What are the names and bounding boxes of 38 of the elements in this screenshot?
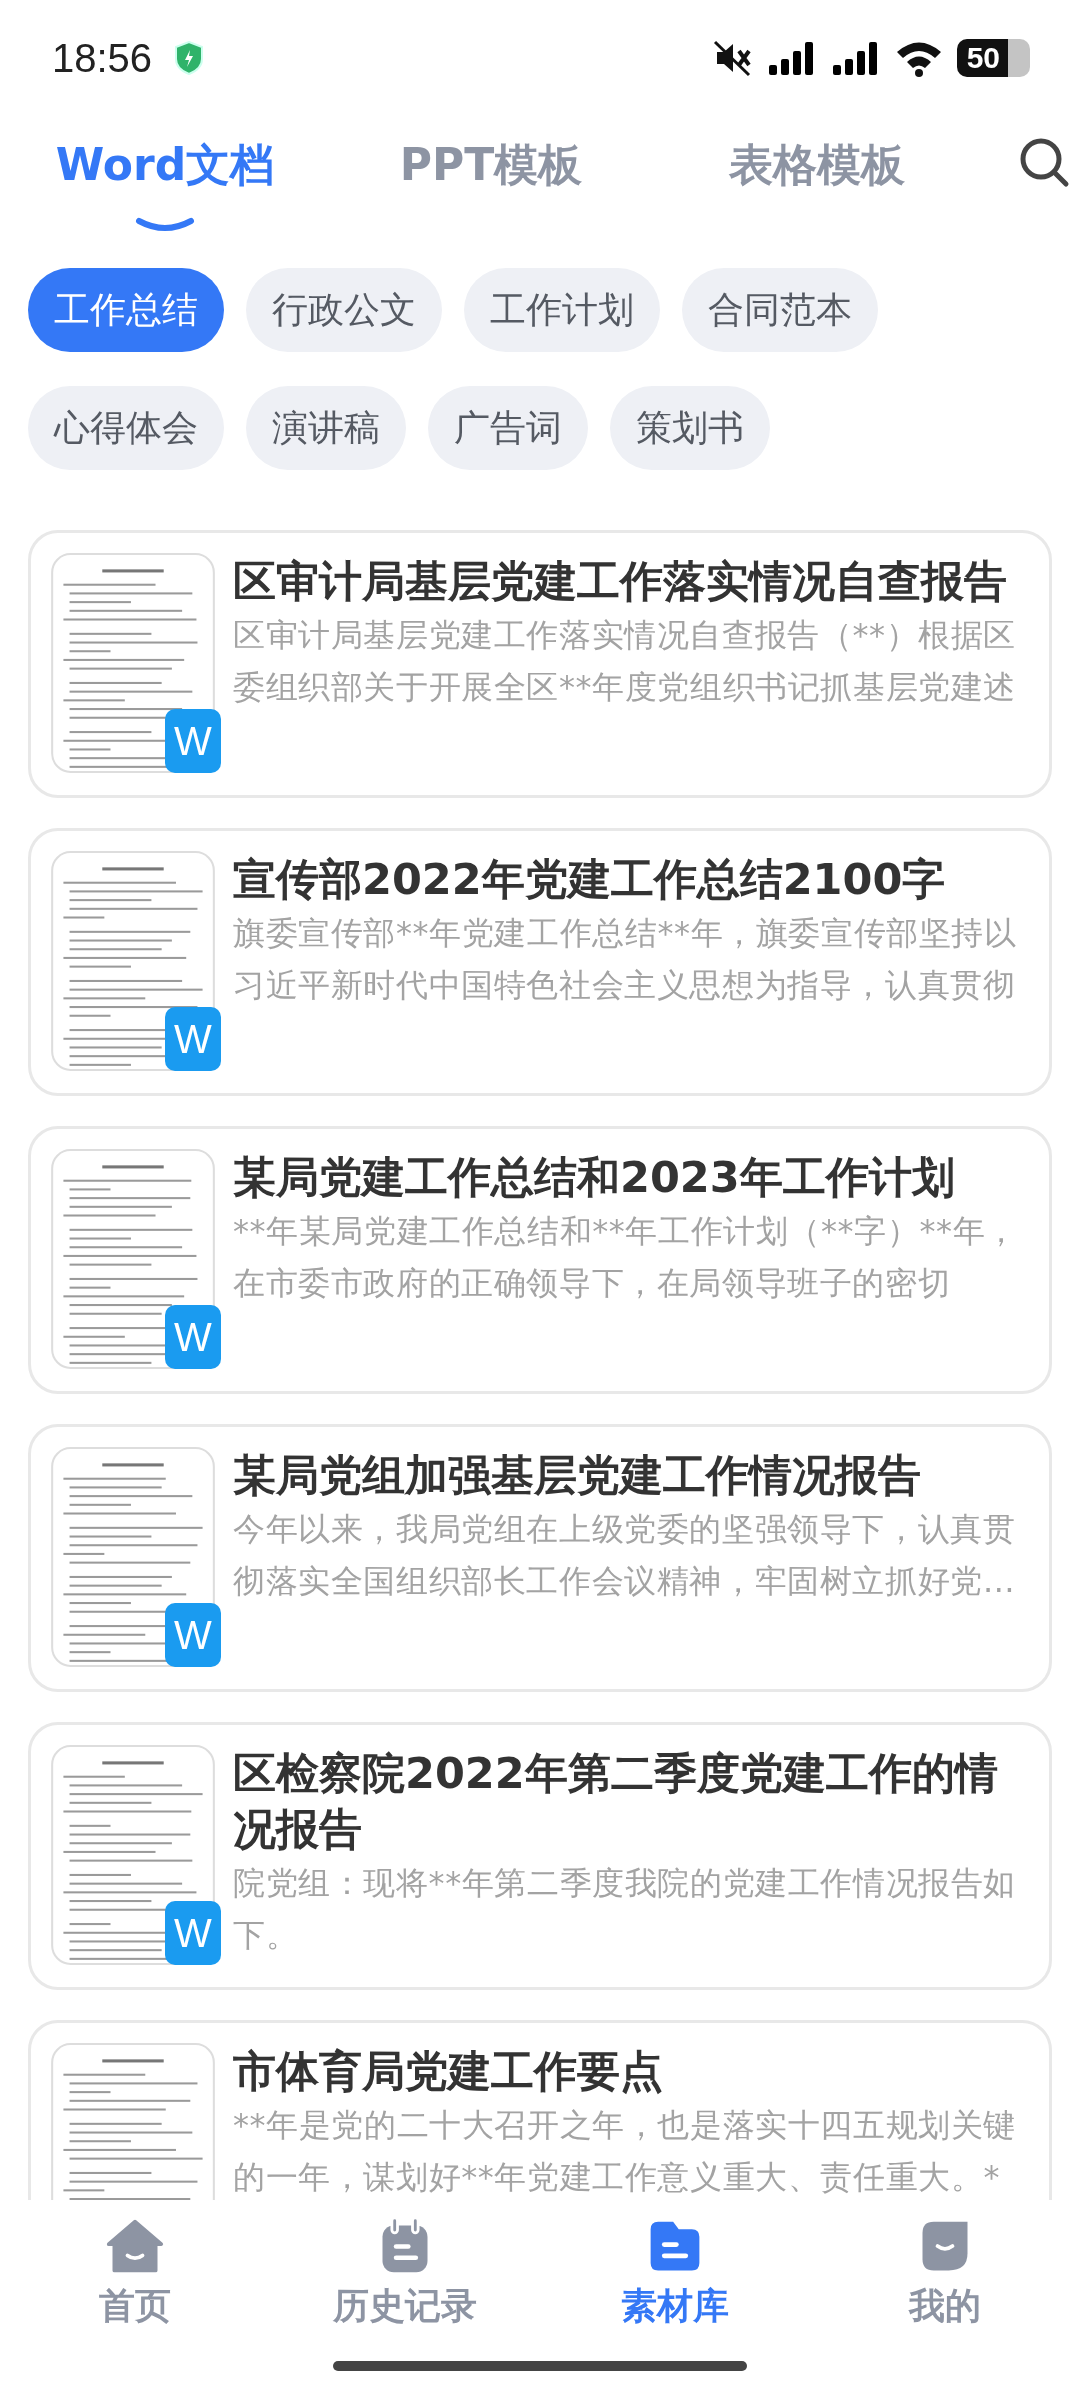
document-card[interactable]: W 区检察院2022年第二季度党建工作的情况报告 院党组：现将**年第二季度我院的党建工作情况报告如下。	[28, 1722, 1052, 1990]
document-card[interactable]: W 区审计局基层党建工作落实情况自查报告 区审计局基层党建工作落实情况自查报告（**）根据区委组织部关于开展全区**年度党组织书记抓基层党建述	[28, 530, 1052, 798]
filter-chip[interactable]: 心得体会	[28, 386, 224, 470]
search-icon[interactable]	[1018, 136, 1070, 188]
status-time: 18:56	[52, 35, 153, 81]
word-badge: W	[165, 1007, 221, 1071]
document-card[interactable]: W 宣传部2022年党建工作总结2100字 旗委宣传部**年党建工作总结**年，旗委宣传部坚持以习近平新时代中国特色社会主义思想为指导，认真贯彻	[28, 828, 1052, 1096]
shield-icon	[174, 41, 205, 75]
filter-chip[interactable]: 工作计划	[464, 268, 660, 352]
nav-item[interactable]: 素材库	[540, 2200, 810, 2345]
document-title: 区检察院2022年第二季度党建工作的情况报告	[233, 1747, 999, 1856]
document-card[interactable]: W 某局党组加强基层党建工作情况报告 今年以来，我局党组在上级党委的坚强领导下，认真贯彻落实全国组织部长工作会议精神，牢固树立抓好党…	[28, 1424, 1052, 1692]
document-summary: **年是党的二十大召开之年，也是落实十四五规划关键的一年，谋划好**年党建工作意义重大、责任重大。*	[233, 2105, 1017, 2198]
word-badge: W	[165, 709, 221, 773]
filter-chip[interactable]: 策划书	[610, 386, 770, 470]
filter-chip[interactable]: 行政公文	[246, 268, 442, 352]
document-title: 某局党组加强基层党建工作情况报告	[233, 1449, 922, 1502]
filter-chip[interactable]: 工作总结	[28, 268, 224, 352]
document-summary: 院党组：现将**年第二季度我院的党建工作情况报告如下。	[233, 1863, 1017, 1956]
mute-icon	[712, 39, 753, 77]
document-summary: 今年以来，我局党组在上级党委的坚强领导下，认真贯彻落实全国组织部长工作会议精神，牢固树立抓好党…	[233, 1509, 1017, 1602]
word-badge: W	[165, 1305, 221, 1369]
document-title: 宣传部2022年党建工作总结2100字	[233, 853, 947, 906]
word-badge: W	[165, 1901, 221, 1965]
document-summary: 旗委宣传部**年党建工作总结**年，旗委宣传部坚持以习近平新时代中国特色社会主义思想为指导，认真贯彻	[233, 913, 1018, 1006]
filter-chip[interactable]: 演讲稿	[246, 386, 406, 470]
filter-chip[interactable]: 合同范本	[682, 268, 878, 352]
document-title: 某局党建工作总结和2023年工作计划	[233, 1151, 956, 1204]
filter-chip[interactable]: 广告词	[428, 386, 588, 470]
document-title: 区审计局基层党建工作落实情况自查报告	[233, 555, 1008, 608]
tab-indicator	[135, 217, 195, 233]
document-card[interactable]: W 某局党建工作总结和2023年工作计划 **年某局党建工作总结和**年工作计划（**字）**年，在市委市政府的正确领导下，在局领导班子的密切	[28, 1126, 1052, 1394]
document-summary: 区审计局基层党建工作落实情况自查报告（**）根据区委组织部关于开展全区**年度党组织书记抓基层党建述	[233, 615, 1017, 708]
word-badge: W	[165, 1603, 221, 1667]
document-summary: **年某局党建工作总结和**年工作计划（**字）**年，在市委市政府的正确领导下，在局领导班子的密切	[233, 1211, 1019, 1304]
category-tab[interactable]: Word文档	[55, 136, 275, 195]
document-title: 市体育局党建工作要点	[233, 2045, 664, 2098]
battery-indicator: 50	[956, 39, 1030, 77]
